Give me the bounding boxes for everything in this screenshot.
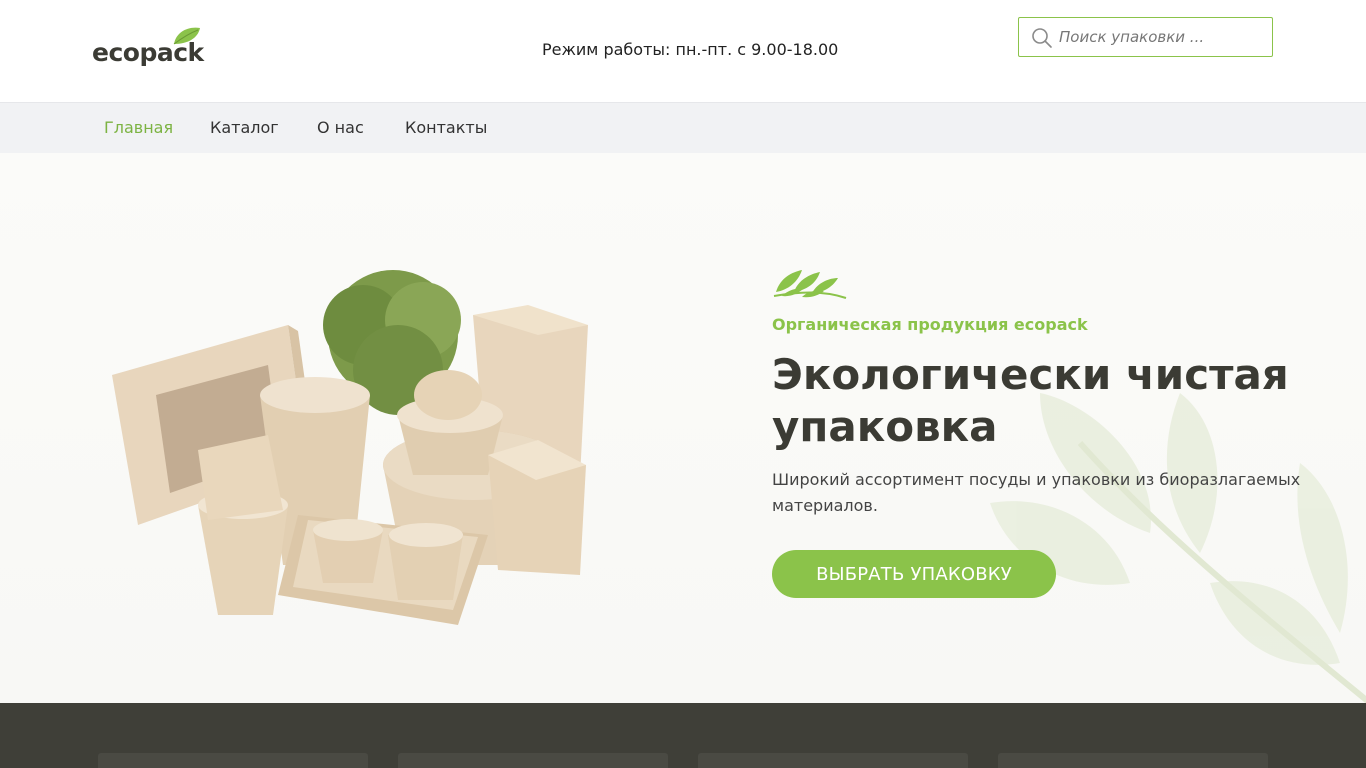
- logo[interactable]: ecopack: [92, 26, 208, 70]
- category-card[interactable]: [998, 753, 1268, 768]
- search-box[interactable]: [1018, 17, 1273, 57]
- hero-description: Широкий ассортимент посуды и упаковки из…: [772, 470, 1301, 515]
- olive-branch-icon: [773, 270, 847, 299]
- eco-packaging-product-image: [112, 270, 588, 625]
- categories-section: [0, 703, 1366, 768]
- hero-title: Экологически чистая упаковка: [772, 350, 1289, 451]
- choose-packaging-button[interactable]: ВЫБРАТЬ УПАКОВКУ: [772, 550, 1056, 598]
- leaf-icon: [173, 27, 200, 45]
- site-header: ecopack Режим работы: пн.-пт. с 9.00-18.…: [0, 0, 1366, 102]
- category-card[interactable]: [698, 753, 968, 768]
- nav-item-home[interactable]: Главная: [104, 118, 173, 137]
- category-card[interactable]: [98, 753, 368, 768]
- search-icon: [1032, 28, 1052, 48]
- hero-subtitle: Органическая продукция ecopack: [772, 315, 1088, 334]
- category-card[interactable]: [398, 753, 668, 768]
- nav-item-catalog[interactable]: Каталог: [210, 118, 279, 137]
- working-hours: Режим работы: пн.-пт. с 9.00-18.00: [542, 40, 839, 59]
- search-input[interactable]: [1059, 18, 1269, 56]
- nav-item-contacts[interactable]: Контакты: [405, 118, 487, 137]
- hero-section: Органическая продукция ecopack Экологиче…: [0, 153, 1366, 703]
- main-nav: Главная Каталог О нас Контакты: [0, 102, 1366, 153]
- nav-item-about[interactable]: О нас: [317, 118, 364, 137]
